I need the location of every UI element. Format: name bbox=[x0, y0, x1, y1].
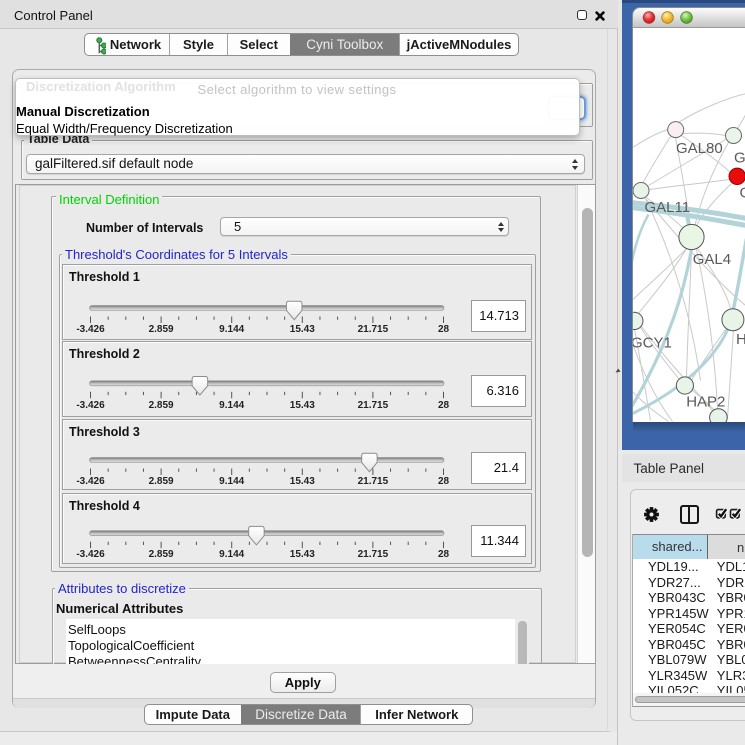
svg-text:H: H bbox=[736, 331, 745, 348]
svg-text:G: G bbox=[739, 184, 745, 201]
svg-text:GAL80: GAL80 bbox=[676, 139, 723, 156]
svg-text:GCY1: GCY1 bbox=[633, 334, 672, 351]
svg-text:GAL4: GAL4 bbox=[692, 251, 730, 268]
svg-text:HAP2: HAP2 bbox=[686, 393, 725, 410]
svg-text:G.: G. bbox=[734, 149, 745, 166]
svg-text:GAL11: GAL11 bbox=[644, 199, 690, 216]
